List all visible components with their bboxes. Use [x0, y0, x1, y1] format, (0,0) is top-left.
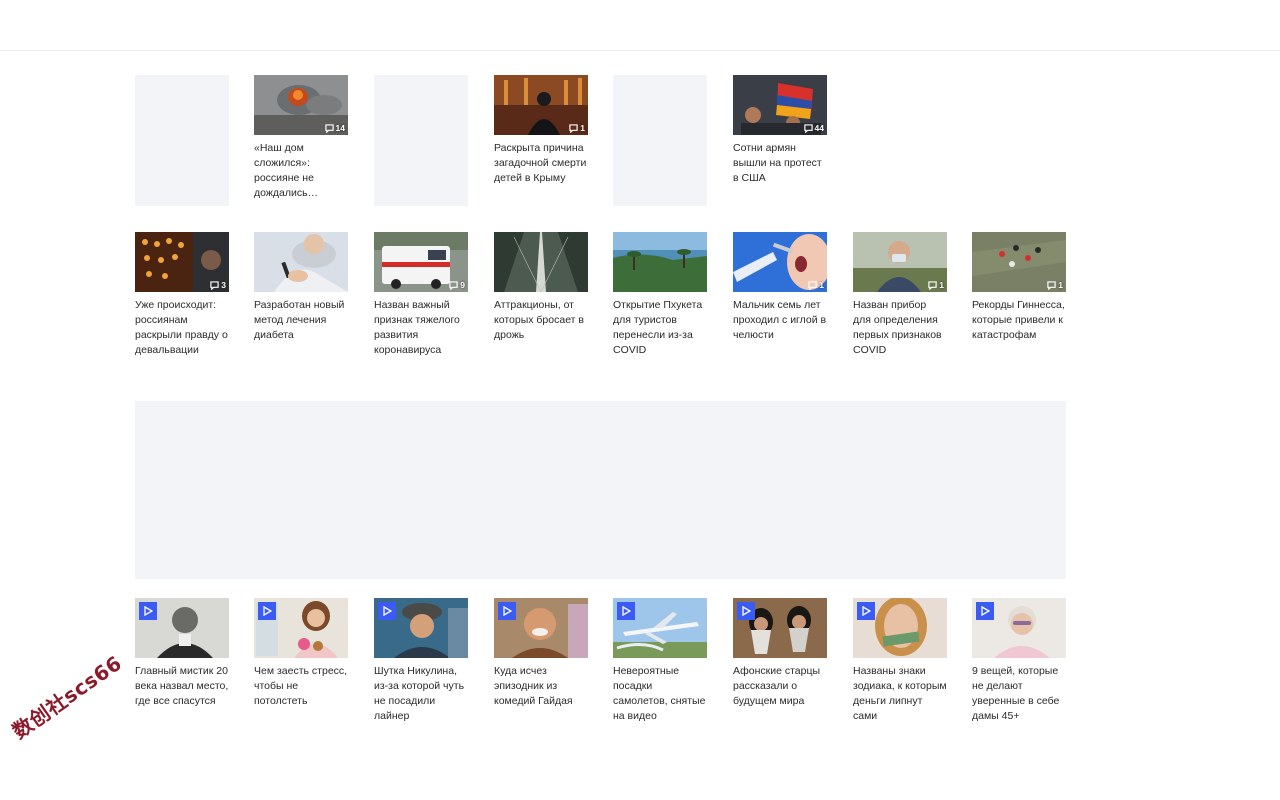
play-icon[interactable] — [139, 602, 157, 620]
news-card[interactable]: 1 Рекорды Гиннесса, которые привели к ка… — [972, 232, 1066, 343]
comment-count: 1 — [1047, 280, 1063, 290]
news-thumbnail[interactable] — [254, 232, 348, 292]
ad-placeholder — [135, 75, 229, 206]
play-icon[interactable] — [737, 602, 755, 620]
news-thumbnail[interactable]: 44 — [733, 75, 827, 135]
video-card[interactable]: Названы знаки зодиака, к которым деньги … — [853, 598, 947, 724]
comment-bubble-icon — [928, 280, 937, 290]
comment-count-value: 44 — [814, 123, 824, 133]
news-thumbnail[interactable]: 1 — [494, 75, 588, 135]
news-title[interactable]: Рекорды Гиннесса, которые привели к ката… — [972, 298, 1066, 343]
video-title[interactable]: Главный мистик 20 века назвал место, где… — [135, 664, 229, 709]
comment-count-value: 3 — [221, 280, 226, 290]
news-card[interactable]: 1 Раскрыта причина загадочной смерти дет… — [494, 75, 588, 186]
comment-count: 44 — [803, 123, 824, 133]
video-card[interactable]: Невероятные посадки самолетов, снятые на… — [613, 598, 707, 724]
comment-count: 9 — [449, 280, 465, 290]
video-title[interactable]: Чем заесть стресс, чтобы не потолстеть — [254, 664, 348, 709]
play-icon[interactable] — [498, 602, 516, 620]
video-title[interactable]: Афонские старцы рассказали о будущем мир… — [733, 664, 827, 709]
comment-count: 1 — [928, 280, 944, 290]
news-card[interactable]: Открытие Пхукета для туристов перенесли … — [613, 232, 707, 358]
ad-placeholder — [613, 75, 707, 206]
news-thumbnail[interactable] — [613, 232, 707, 292]
video-title[interactable]: 9 вещей, которые не делают уверенные в с… — [972, 664, 1066, 724]
video-thumbnail[interactable] — [254, 598, 348, 658]
video-thumbnail[interactable] — [494, 598, 588, 658]
ad-placeholder — [374, 75, 468, 206]
news-title[interactable]: Мальчик семь лет проходил с иглой в челю… — [733, 298, 827, 343]
comment-count: 3 — [210, 280, 226, 290]
comment-count-value: 1 — [1058, 280, 1063, 290]
news-thumbnail[interactable]: 14 — [254, 75, 348, 135]
play-icon[interactable] — [857, 602, 875, 620]
news-card[interactable]: 14 «Наш дом сложился»: россияне не дожда… — [254, 75, 348, 201]
comment-bubble-icon — [210, 280, 219, 290]
news-title[interactable]: Разработан новый метод лечения диабета — [254, 298, 348, 343]
news-thumbnail[interactable] — [494, 232, 588, 292]
news-title[interactable]: Сотни армян вышли на протест в США — [733, 141, 827, 186]
comment-bubble-icon — [808, 280, 817, 290]
video-card[interactable]: 9 вещей, которые не делают уверенные в с… — [972, 598, 1066, 724]
video-thumbnail[interactable] — [613, 598, 707, 658]
news-card[interactable]: Аттракционы, от которых бросает в дрожь — [494, 232, 588, 343]
news-thumbnail[interactable]: 3 — [135, 232, 229, 292]
play-icon[interactable] — [976, 602, 994, 620]
video-thumbnail[interactable] — [374, 598, 468, 658]
news-title[interactable]: Назван важный признак тяжелого развития … — [374, 298, 468, 358]
news-thumbnail[interactable]: 1 — [733, 232, 827, 292]
video-title[interactable]: Шутка Никулина, из-за которой чуть не по… — [374, 664, 468, 724]
comment-bubble-icon — [324, 123, 334, 133]
comment-count-value: 14 — [335, 123, 345, 133]
news-title[interactable]: Открытие Пхукета для туристов перенесли … — [613, 298, 707, 358]
news-thumbnail[interactable]: 9 — [374, 232, 468, 292]
video-card[interactable]: Афонские старцы рассказали о будущем мир… — [733, 598, 827, 709]
play-icon[interactable] — [617, 602, 635, 620]
video-thumbnail[interactable] — [733, 598, 827, 658]
video-thumbnail[interactable] — [135, 598, 229, 658]
news-card[interactable]: 9 Назван важный признак тяжелого развити… — [374, 232, 468, 358]
video-card[interactable]: Шутка Никулина, из-за которой чуть не по… — [374, 598, 468, 724]
news-title[interactable]: Назван прибор для определения первых при… — [853, 298, 947, 358]
comment-count-value: 1 — [939, 280, 944, 290]
news-title[interactable]: Аттракционы, от которых бросает в дрожь — [494, 298, 588, 343]
comment-count: 14 — [324, 123, 345, 133]
news-title[interactable]: Раскрыта причина загадочной смерти детей… — [494, 141, 588, 186]
news-title[interactable]: Уже происходит: россиянам раскрыли правд… — [135, 298, 229, 358]
comment-count-value: 1 — [580, 123, 585, 133]
news-title[interactable]: «Наш дом сложился»: россияне не дождалис… — [254, 141, 348, 201]
ad-banner-placeholder — [135, 401, 1066, 579]
comment-count-value: 9 — [460, 280, 465, 290]
news-card[interactable]: 3 Уже происходит: россиянам раскрыли пра… — [135, 232, 229, 358]
play-icon[interactable] — [258, 602, 276, 620]
video-title[interactable]: Невероятные посадки самолетов, снятые на… — [613, 664, 707, 724]
video-card[interactable]: Чем заесть стресс, чтобы не потолстеть — [254, 598, 348, 709]
news-card[interactable]: Разработан новый метод лечения диабета — [254, 232, 348, 343]
news-card[interactable]: 1 Мальчик семь лет проходил с иглой в че… — [733, 232, 827, 343]
video-thumbnail[interactable] — [853, 598, 947, 658]
watermark: 数创社scs66 — [7, 650, 127, 744]
video-card[interactable]: Куда исчез эпизодник из комедий Гайдая — [494, 598, 588, 709]
comment-bubble-icon — [449, 280, 458, 290]
video-card[interactable]: Главный мистик 20 века назвал место, где… — [135, 598, 229, 709]
news-thumbnail[interactable]: 1 — [853, 232, 947, 292]
video-thumbnail[interactable] — [972, 598, 1066, 658]
news-card[interactable]: 1 Назван прибор для определения первых п… — [853, 232, 947, 358]
news-thumbnail[interactable]: 1 — [972, 232, 1066, 292]
comment-count: 1 — [569, 123, 585, 133]
comment-bubble-icon — [803, 123, 813, 133]
comment-count: 1 — [808, 280, 824, 290]
play-icon[interactable] — [378, 602, 396, 620]
video-title[interactable]: Названы знаки зодиака, к которым деньги … — [853, 664, 947, 724]
video-title[interactable]: Куда исчез эпизодник из комедий Гайдая — [494, 664, 588, 709]
news-card[interactable]: 44 Сотни армян вышли на протест в США — [733, 75, 827, 186]
top-header-bar — [0, 0, 1280, 51]
comment-bubble-icon — [569, 123, 578, 133]
comment-bubble-icon — [1047, 280, 1056, 290]
comment-count-value: 1 — [819, 280, 824, 290]
